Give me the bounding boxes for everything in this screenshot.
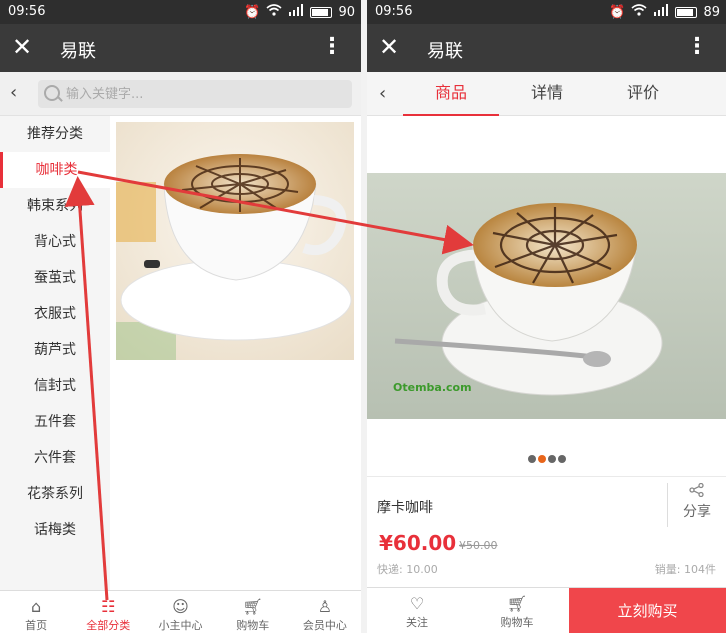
sales-count: 销量: 104件 bbox=[654, 563, 716, 576]
user-icon: ♙ bbox=[317, 597, 333, 616]
alarm-icon: ⏰ bbox=[244, 4, 261, 20]
bottom-nav: ⌂ 首页 ☷ 全部分类 ☺ 小主中心 🛒︎ 购物车 ♙ 会员中心 bbox=[0, 590, 361, 633]
status-time: 09:56 bbox=[375, 4, 413, 19]
status-time: 09:56 bbox=[8, 4, 46, 19]
coffee-category-image[interactable] bbox=[116, 122, 354, 360]
battery-icon bbox=[675, 6, 698, 18]
watermark-logo: Otemba.com bbox=[393, 381, 472, 394]
signal-icon bbox=[653, 4, 669, 20]
product-info: 摩卡咖啡 分享 ¥60.00 ¥50.00 快递: 10.00 销量: 104件 bbox=[367, 476, 726, 586]
tab-details[interactable]: 详情 bbox=[507, 72, 587, 116]
more-options-icon[interactable]: ⋮ bbox=[686, 32, 708, 62]
search-input[interactable] bbox=[66, 84, 336, 104]
follow-label: 关注 bbox=[406, 616, 428, 629]
cart-icon: 🛒︎ bbox=[242, 597, 263, 616]
category-item-recommended[interactable]: 推荐分类 bbox=[0, 116, 110, 152]
close-icon[interactable]: ✕ bbox=[12, 34, 32, 60]
nav-xiaozhu-center-label: 小主中心 bbox=[158, 619, 203, 632]
carousel-dot[interactable] bbox=[527, 455, 536, 463]
search-row: ‹ bbox=[0, 72, 361, 116]
back-chevron-icon[interactable]: ‹ bbox=[10, 82, 17, 103]
carousel-dot-active[interactable] bbox=[537, 455, 546, 463]
share-button[interactable]: 分享 bbox=[667, 482, 726, 527]
left-phone-screen: 09:56 ⏰ 90 ✕ 易联 ⋮ ‹ 推荐分类 咖啡类 韩束系列 背心式 蚕茧… bbox=[0, 0, 361, 633]
carousel-dot[interactable] bbox=[557, 455, 566, 463]
nav-home-label: 首页 bbox=[25, 619, 48, 632]
category-sidebar: 推荐分类 咖啡类 韩束系列 背心式 蚕茧式 衣服式 葫芦式 信封式 五件套 六件… bbox=[0, 116, 110, 590]
group-icon: ☺ bbox=[172, 597, 189, 616]
category-item-hanshu[interactable]: 韩束系列 bbox=[0, 188, 110, 224]
app-title: 易联 bbox=[60, 41, 96, 62]
back-chevron-icon[interactable]: ‹ bbox=[379, 83, 386, 104]
app-title: 易联 bbox=[427, 41, 463, 62]
nav-all-categories[interactable]: ☷ 全部分类 bbox=[72, 591, 144, 633]
category-item-five-piece[interactable]: 五件套 bbox=[0, 404, 110, 440]
category-item-flower-tea[interactable]: 花茶系列 bbox=[0, 476, 110, 512]
category-item-envelope[interactable]: 信封式 bbox=[0, 368, 110, 404]
product-name: 摩卡咖啡 bbox=[377, 500, 433, 516]
category-list-icon: ☷ bbox=[101, 597, 116, 616]
heart-icon: ♡ bbox=[409, 594, 425, 613]
nav-cart[interactable]: 🛒︎ 购物车 bbox=[217, 591, 289, 633]
title-bar: ✕ 易联 ⋮ bbox=[0, 24, 361, 72]
home-icon: ⌂ bbox=[31, 597, 42, 616]
cart-icon: 🛒︎ bbox=[506, 594, 528, 613]
category-item-gourd[interactable]: 葫芦式 bbox=[0, 332, 110, 368]
nav-home[interactable]: ⌂ 首页 bbox=[0, 591, 72, 633]
share-icon bbox=[668, 482, 726, 501]
title-bar: ✕ 易联 ⋮ bbox=[367, 24, 726, 72]
category-item-plum[interactable]: 话梅类 bbox=[0, 512, 110, 548]
more-options-icon[interactable]: ⋮ bbox=[321, 32, 343, 62]
nav-member-center-label: 会员中心 bbox=[302, 619, 347, 632]
category-item-six-piece[interactable]: 六件套 bbox=[0, 440, 110, 476]
category-item-clothes[interactable]: 衣服式 bbox=[0, 296, 110, 332]
nav-xiaozhu-center[interactable]: ☺ 小主中心 bbox=[144, 591, 216, 633]
product-tabs: ‹ 商品 详情 评价 bbox=[367, 72, 726, 116]
nav-member-center[interactable]: ♙ 会员中心 bbox=[289, 591, 361, 633]
battery-level: 89 bbox=[703, 4, 720, 20]
category-item-vest[interactable]: 背心式 bbox=[0, 224, 110, 260]
purchase-bar: ♡ 关注 🛒︎ 购物车 立刻购买 bbox=[367, 587, 726, 633]
category-item-cocoon[interactable]: 蚕茧式 bbox=[0, 260, 110, 296]
signal-icon bbox=[288, 4, 304, 20]
status-bar: 09:56 ⏰ 90 bbox=[0, 0, 361, 24]
product-price: ¥60.00 bbox=[379, 531, 457, 555]
search-icon bbox=[44, 85, 60, 101]
search-box[interactable] bbox=[38, 80, 352, 108]
right-phone-screen: 09:56 ⏰ 89 ✕ 易联 ⋮ ‹ 商品 详情 评价 Otemba.com … bbox=[367, 0, 726, 633]
shipping-fee: 快递: 10.00 bbox=[377, 563, 438, 576]
tab-product[interactable]: 商品 bbox=[403, 72, 499, 116]
cart-label: 购物车 bbox=[500, 616, 534, 629]
status-bar: 09:56 ⏰ 89 bbox=[367, 0, 726, 24]
category-item-coffee[interactable]: 咖啡类 bbox=[0, 152, 110, 188]
battery-icon bbox=[310, 6, 333, 18]
close-icon[interactable]: ✕ bbox=[379, 34, 399, 60]
nav-all-categories-label: 全部分类 bbox=[86, 619, 131, 632]
original-price: ¥50.00 bbox=[459, 539, 498, 552]
alarm-icon: ⏰ bbox=[609, 4, 626, 20]
wifi-icon bbox=[266, 4, 282, 20]
follow-button[interactable]: ♡ 关注 bbox=[387, 594, 447, 630]
product-image[interactable]: Otemba.com bbox=[367, 173, 726, 419]
carousel-dot[interactable] bbox=[547, 455, 556, 463]
battery-level: 90 bbox=[338, 4, 355, 20]
buy-now-button[interactable]: 立刻购买 bbox=[569, 588, 726, 633]
share-label: 分享 bbox=[683, 504, 711, 520]
nav-cart-label: 购物车 bbox=[236, 619, 270, 632]
cart-button[interactable]: 🛒︎ 购物车 bbox=[487, 594, 547, 630]
carousel-indicator bbox=[367, 448, 726, 467]
wifi-icon bbox=[631, 4, 647, 20]
tab-reviews[interactable]: 评价 bbox=[603, 72, 683, 116]
